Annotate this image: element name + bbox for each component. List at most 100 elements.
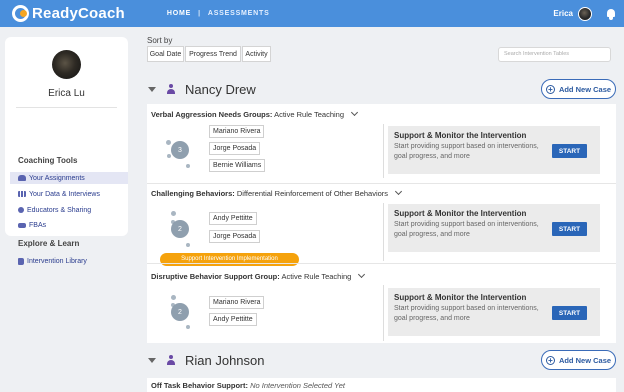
case-intervention: Active Rule Teaching: [281, 272, 352, 281]
readycoach-logo[interactable]: ReadyCoach: [12, 5, 125, 22]
sidebar-item-label: Intervention Library: [27, 257, 87, 265]
case-group-name: Disruptive Behavior Support Group:: [151, 272, 280, 281]
support-title: Support & Monitor the Intervention: [394, 209, 527, 218]
implementation-status-badge[interactable]: Support Intervention Implementation: [160, 253, 299, 266]
sort-by-label: Sort by: [147, 36, 173, 45]
case-divider: [383, 285, 384, 341]
notification-bell-icon[interactable]: [606, 8, 616, 20]
group-bubble-decor: [186, 325, 190, 329]
sidebar-item-your-data[interactable]: Your Data & Interviews: [10, 188, 128, 200]
users-icon: [18, 175, 26, 181]
group-bubble-decor: [167, 154, 171, 158]
sidebar-item-label: Your Assignments: [29, 174, 85, 182]
collapse-caret-icon[interactable]: [148, 358, 156, 363]
sidebar-item-intervention-library[interactable]: Intervention Library: [10, 255, 128, 267]
fba-icon: [18, 222, 26, 228]
case-group-name: Off Task Behavior Support:: [151, 381, 248, 390]
group-bubble-decor: [186, 243, 190, 247]
support-description: Start providing support based on interve…: [394, 221, 539, 238]
main-nav: HOME | ASSESSMENTS: [167, 10, 270, 17]
member-name: Andy Pettitte: [209, 212, 257, 225]
case-group-name: Challenging Behaviors:: [151, 189, 235, 198]
share-icon: [18, 207, 24, 213]
support-title: Support & Monitor the Intervention: [394, 293, 527, 302]
support-title: Support & Monitor the Intervention: [394, 131, 527, 140]
member-name: Mariano Rivera: [209, 125, 265, 138]
sidebar-divider: [16, 107, 117, 108]
add-new-case-button[interactable]: + Add New Case: [541, 350, 616, 370]
start-button[interactable]: START: [552, 144, 587, 158]
support-monitor-box: Support & Monitor the Intervention Start…: [388, 204, 600, 252]
user-avatar[interactable]: [578, 6, 592, 21]
case-separator: [147, 263, 616, 264]
user-name[interactable]: Erica: [553, 9, 573, 18]
brand-name: ReadyCoach: [32, 5, 125, 22]
case-title[interactable]: Off Task Behavior Support: No Interventi…: [151, 381, 345, 390]
plus-icon: +: [545, 355, 555, 365]
nav-assessments-link[interactable]: ASSESSMENTS: [208, 10, 270, 17]
member-name: Mariano Rivera: [209, 296, 265, 309]
nav-separator: |: [198, 10, 201, 17]
group-bubble-decor: [171, 295, 176, 300]
sidebar-item-label: Your Data & Interviews: [29, 190, 100, 198]
cases-panel: Off Task Behavior Support: No Interventi…: [147, 378, 616, 392]
plus-icon: +: [545, 84, 555, 94]
member-name: Andy Pettitte: [209, 313, 257, 326]
profile-avatar: [52, 50, 81, 79]
add-new-case-button[interactable]: + Add New Case: [541, 79, 616, 99]
sort-goal-date-button[interactable]: Goal Date: [147, 46, 184, 62]
sidebar-item-educators[interactable]: Educators & Sharing: [10, 204, 128, 216]
member-count-bubble: 2: [171, 303, 189, 321]
user-area: Erica: [553, 6, 616, 21]
sidebar-item-label: Educators & Sharing: [27, 206, 92, 214]
group-bubble-decor: [166, 140, 171, 145]
member-name: Jorge Posada: [209, 142, 261, 155]
start-button[interactable]: START: [552, 306, 587, 320]
chevron-down-icon[interactable]: [358, 270, 366, 279]
table-icon: [18, 191, 26, 197]
case-divider: [383, 124, 384, 178]
sidebar-item-fbas[interactable]: FBAs: [10, 219, 128, 231]
case-title[interactable]: Challenging Behaviors: Differential Rein…: [151, 187, 403, 198]
cases-panel: Verbal Aggression Needs Groups: Active R…: [147, 104, 616, 343]
case-intervention: Differential Reinforcement of Other Beha…: [236, 189, 389, 198]
sidebar-item-label: FBAs: [29, 221, 47, 229]
nav-home-link[interactable]: HOME: [167, 10, 191, 17]
support-description: Start providing support based on interve…: [394, 305, 539, 322]
student-name: Rian Johnson: [185, 353, 265, 368]
add-new-case-label: Add New Case: [558, 355, 612, 365]
student-icon: [167, 355, 175, 365]
group-bubble-decor: [171, 211, 176, 216]
case-group-name: Verbal Aggression Needs Groups:: [151, 110, 273, 119]
support-description: Start providing support based on interve…: [394, 143, 539, 160]
chevron-down-icon[interactable]: [395, 187, 403, 196]
case-intervention: No Intervention Selected Yet: [250, 381, 345, 390]
case-title[interactable]: Verbal Aggression Needs Groups: Active R…: [151, 108, 359, 119]
explore-learn-heading: Explore & Learn: [18, 239, 80, 248]
chevron-down-icon[interactable]: [351, 108, 359, 117]
sidebar: Erica Lu Coaching Tools Your Assignments…: [5, 37, 128, 265]
case-divider: [383, 203, 384, 261]
sort-progress-trend-button[interactable]: Progress Trend: [185, 46, 241, 62]
student-icon: [167, 84, 175, 94]
support-monitor-box: Support & Monitor the Intervention Start…: [388, 126, 600, 174]
member-count-bubble: 3: [171, 141, 189, 159]
library-icon: [18, 257, 24, 265]
top-nav-bar: ReadyCoach HOME | ASSESSMENTS Erica: [0, 0, 624, 27]
case-separator: [147, 183, 616, 184]
sidebar-item-your-assignments[interactable]: Your Assignments: [10, 172, 128, 184]
add-new-case-label: Add New Case: [558, 84, 612, 94]
case-title[interactable]: Disruptive Behavior Support Group: Activ…: [151, 270, 366, 281]
collapse-caret-icon[interactable]: [148, 87, 156, 92]
member-name: Bernie Williams: [209, 159, 266, 172]
case-intervention: Active Rule Teaching: [274, 110, 344, 119]
search-input[interactable]: Search Intervention Tables: [498, 47, 611, 62]
readycoach-logo-icon: [12, 5, 29, 22]
support-monitor-box: Support & Monitor the Intervention Start…: [388, 288, 600, 336]
group-bubble-decor: [186, 164, 190, 168]
member-count-bubble: 2: [171, 220, 189, 238]
member-name: Jorge Posada: [209, 230, 261, 243]
profile-name: Erica Lu: [48, 88, 85, 99]
start-button[interactable]: START: [552, 222, 587, 236]
sort-activity-button[interactable]: Activity: [242, 46, 271, 62]
